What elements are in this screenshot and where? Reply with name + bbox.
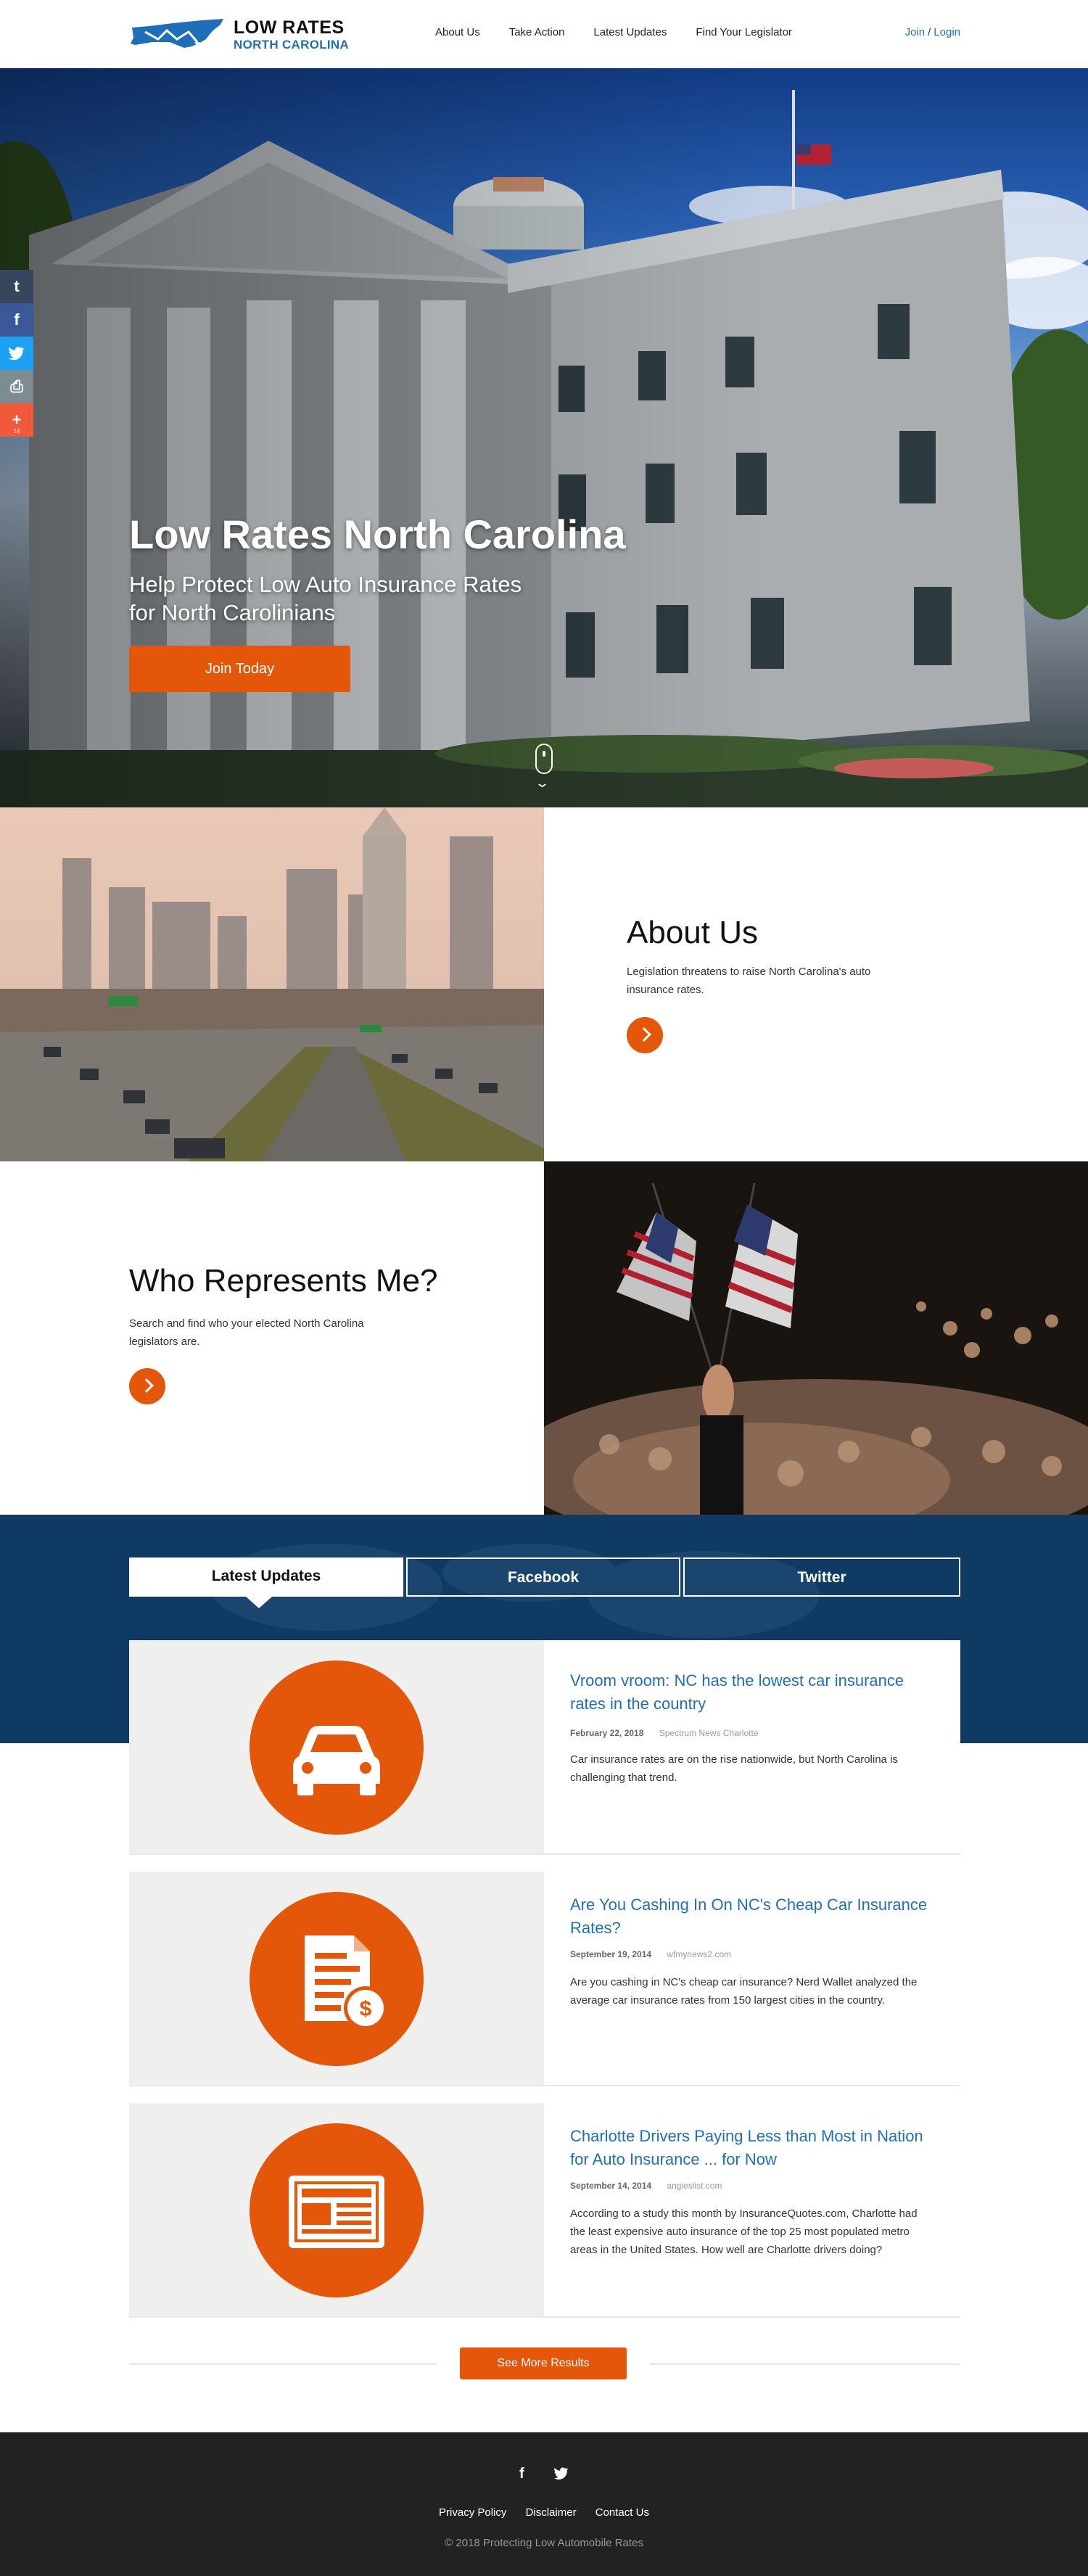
article-image [129,2103,544,2316]
scroll-mouse-icon[interactable] [535,744,553,774]
nc-state-icon [131,19,223,48]
site-header: LOW RATES NORTH CAROLINA About Us Take A… [0,0,1088,68]
represents-arrow-button[interactable] [129,1368,165,1404]
tab-twitter[interactable]: Twitter [683,1557,960,1597]
article-card: $ Are You Cashing In On NC's Cheap Car I… [129,1872,960,2086]
disclaimer-link[interactable]: Disclaimer [526,2506,577,2519]
represents-text-panel: Who Represents Me? Search and find who y… [0,1161,544,1515]
join-today-button[interactable]: Join Today [129,646,350,692]
car-icon [250,1661,424,1835]
article-description: Car insurance rates are on the rise nati… [570,1753,898,1784]
article-meta: September 19, 2014 wfmynews2.com [570,1949,731,1959]
about-title: About Us [627,915,758,950]
login-link[interactable]: Login [934,26,960,38]
auth-separator: / [928,26,931,38]
nav-find-legislator[interactable]: Find Your Legislator [696,26,792,38]
article-card: Charlotte Drivers Paying Less than Most … [129,2103,960,2318]
article-image [129,1640,544,1853]
facebook-icon[interactable]: f [0,303,33,337]
represents-section: Who Represents Me? Search and find who y… [0,1161,1088,1515]
facebook-icon[interactable]: f [519,2466,524,2482]
hero-banner: Low Rates North Carolina Help Protect Lo… [0,68,1088,807]
main-nav: About Us Take Action Latest Updates Find… [435,26,792,38]
represents-body: Search and find who your elected North C… [129,1317,364,1348]
nav-about-us[interactable]: About Us [435,26,480,38]
article-title[interactable]: Vroom vroom: NC has the lowest car insur… [570,1669,933,1716]
article-source: Spectrum News Charlotte [659,1728,759,1738]
article-title[interactable]: Are You Cashing In On NC's Cheap Car Ins… [570,1893,933,1940]
site-logo[interactable]: LOW RATES NORTH CAROLINA [129,16,361,54]
about-arrow-button[interactable] [627,1017,663,1053]
divider-left [129,2363,437,2365]
plus-icon[interactable]: + 14 [0,403,33,437]
article-meta: February 22, 2018 Spectrum News Charlott… [570,1728,758,1738]
logo-line-1: LOW RATES [234,17,345,38]
nav-take-action[interactable]: Take Action [509,26,565,38]
article-title[interactable]: Charlotte Drivers Paying Less than Most … [570,2125,933,2171]
article-date: February 22, 2018 [570,1728,644,1738]
copyright: © 2018 Protecting Low Automobile Rates [445,2537,643,2549]
nav-latest-updates[interactable]: Latest Updates [593,26,667,38]
newspaper-icon [250,2123,424,2297]
updates-tabs: Latest Updates Facebook Twitter [129,1557,960,1608]
hero-title: Low Rates North Carolina [129,511,626,557]
privacy-policy-link[interactable]: Privacy Policy [439,2506,506,2519]
hero-overlay [0,68,1088,807]
represents-title: Who Represents Me? [129,1263,438,1299]
city-highway-image [0,807,544,1161]
article-date: September 19, 2014 [570,1949,652,1959]
auth-links: Join / Login [905,26,960,38]
tab-facebook[interactable]: Facebook [406,1557,680,1597]
article-source: wfmynews2.com [667,1949,732,1959]
plus-glyph: + [12,411,22,429]
social-share-bar: t f ⎙ + 14 [0,270,33,437]
print-icon[interactable]: ⎙ [0,370,33,403]
twitter-icon[interactable] [554,2467,569,2484]
article-meta: September 14, 2014 angieslist.com [570,2181,722,2191]
article-card: Vroom vroom: NC has the lowest car insur… [129,1640,960,1855]
about-text-panel: About Us Legislation threatens to raise … [544,807,1088,1161]
article-image: $ [129,1872,544,2085]
share-count: 14 [13,428,20,435]
divider-right [650,2363,960,2365]
tumblr-icon[interactable]: t [0,270,33,303]
tab-latest-updates[interactable]: Latest Updates [129,1557,403,1608]
contact-us-link[interactable]: Contact Us [595,2506,649,2519]
chevron-down-icon[interactable]: ⌄ [535,775,550,791]
article-source: angieslist.com [667,2181,722,2191]
svg-text:$: $ [360,1997,372,2021]
join-link[interactable]: Join [905,26,926,38]
site-footer: f Privacy Policy Disclaimer Contact Us ©… [0,2432,1088,2576]
about-body: Legislation threatens to raise North Car… [627,966,871,996]
article-description: Are you cashing in NC's cheap car insura… [570,1976,918,2007]
document-dollar-icon: $ [250,1892,424,2066]
logo-line-2: NORTH CAROLINA [234,38,350,52]
hero-subtitle: Help Protect Low Auto Insurance Rates fo… [129,572,522,625]
article-description: According to a study this month by Insur… [570,2207,918,2256]
article-date: September 14, 2014 [570,2181,652,2191]
flags-crowd-image [544,1161,1088,1515]
see-more-results-button[interactable]: See More Results [460,2347,627,2379]
footer-links: Privacy Policy Disclaimer Contact Us [0,2506,1088,2519]
about-section: About Us Legislation threatens to raise … [0,807,1088,1161]
twitter-icon[interactable] [0,337,33,370]
